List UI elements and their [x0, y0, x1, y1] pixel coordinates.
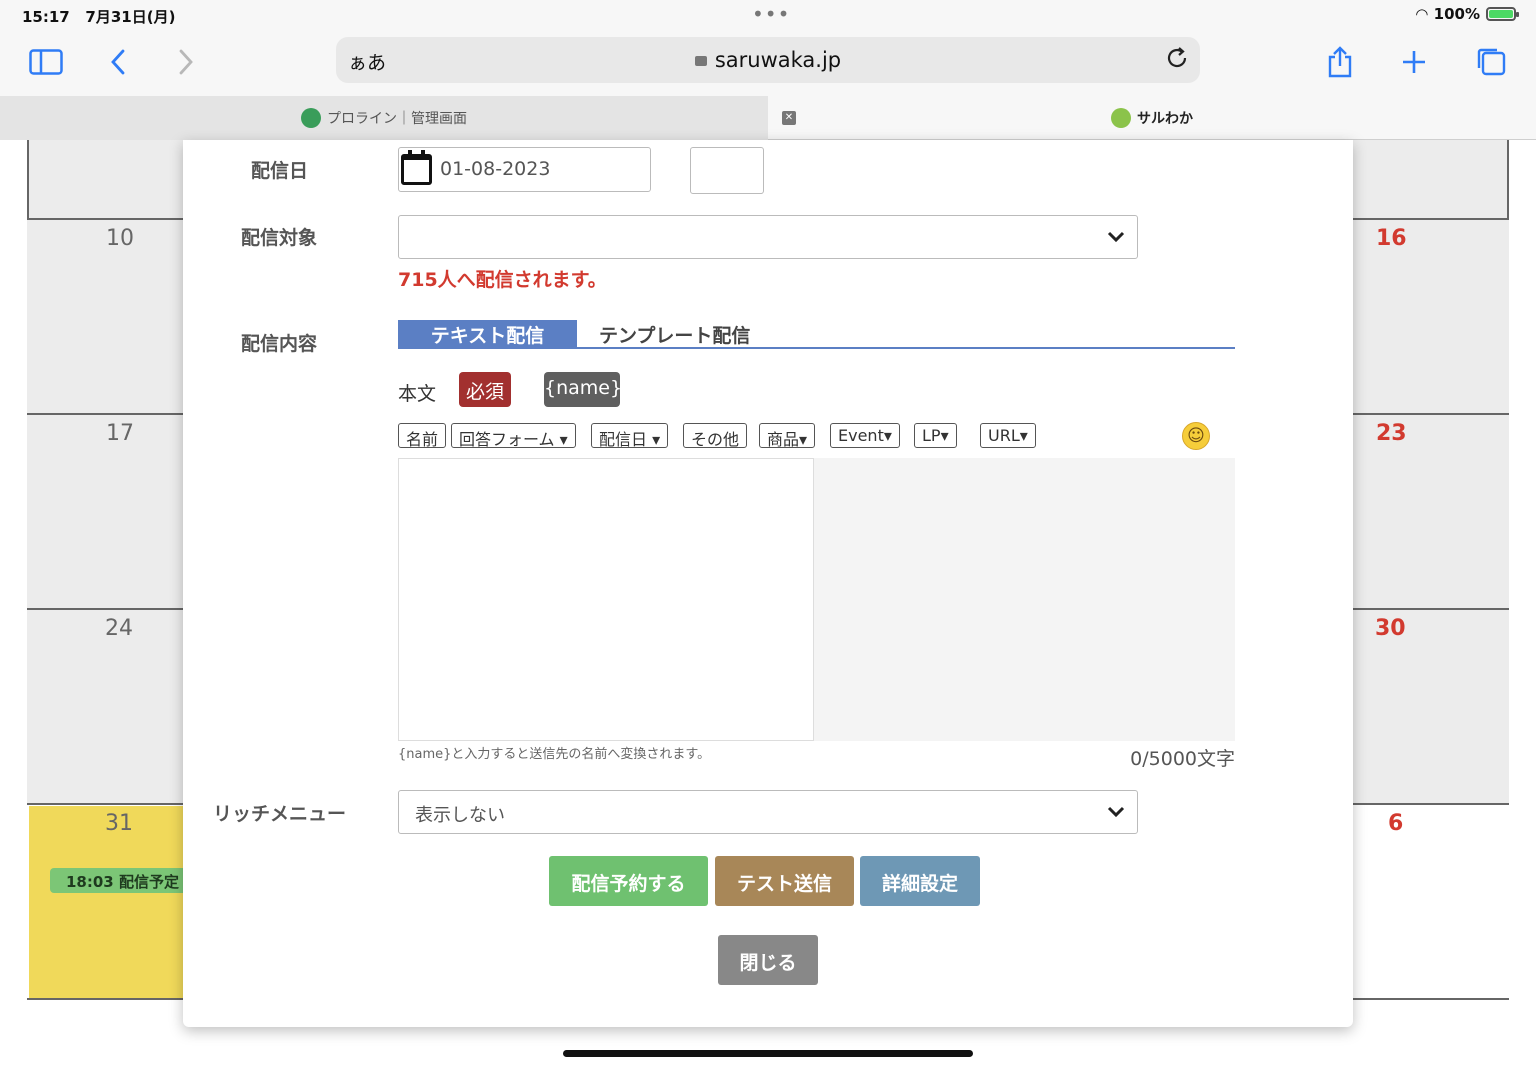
insert-other-button[interactable]: その他 [683, 423, 748, 449]
insert-form-dropdown[interactable]: 回答フォーム ▾ [451, 423, 576, 449]
name-tag-hint: {name}と入力すると送信先の名前へ変換されます。 [398, 747, 711, 762]
tab-text-broadcast[interactable]: テキスト配信 [398, 320, 577, 348]
multitasking-dots-icon[interactable]: ••• [752, 2, 790, 26]
calendar-day[interactable]: 17 [106, 421, 134, 446]
insert-name-button[interactable]: 名前 [398, 423, 447, 449]
home-indicator[interactable] [563, 1050, 973, 1057]
address-bar[interactable]: ぁあ saruwaka.jp [336, 37, 1200, 83]
tab-label: プロライン｜管理画面 [327, 111, 467, 127]
insert-product-dropdown[interactable]: 商品▾ [759, 423, 816, 449]
emoji-picker-icon[interactable]: ☺ [1182, 422, 1210, 450]
date-label: 配信日 [251, 160, 309, 182]
insert-url-dropdown[interactable]: URL▾ [980, 423, 1036, 448]
target-label: 配信対象 [241, 227, 318, 249]
tab-overview-icon[interactable] [1471, 42, 1511, 82]
character-counter: 0/5000文字 [1130, 748, 1235, 770]
insert-date-dropdown[interactable]: 配信日 ▾ [591, 423, 669, 449]
url-text[interactable]: saruwaka.jp [336, 48, 1200, 72]
date-field[interactable]: 01-08-2023 [398, 147, 651, 192]
close-tab-icon[interactable]: ✕ [782, 111, 796, 125]
calendar-day[interactable]: 16 [1376, 226, 1407, 251]
tab-saruwaka[interactable]: ✕ サルわか [768, 96, 1536, 140]
content-label: 配信内容 [241, 333, 318, 355]
battery-icon [1486, 7, 1519, 21]
monkey-favicon-icon [1111, 108, 1131, 128]
target-select[interactable] [398, 215, 1138, 259]
close-button[interactable]: 閉じる [718, 935, 818, 985]
status-time: 15:17 7月31日(月) [22, 8, 176, 26]
battery-percent: 100% [1433, 5, 1480, 23]
name-tag-button[interactable]: {name} [544, 372, 622, 407]
insert-lp-dropdown[interactable]: LP▾ [914, 423, 957, 448]
message-body-input[interactable] [398, 458, 814, 741]
rich-menu-label: リッチメニュー [213, 803, 347, 825]
calendar-icon[interactable] [401, 150, 432, 185]
calendar-day[interactable]: 24 [105, 616, 133, 641]
reserve-broadcast-button[interactable]: 配信予約する [549, 856, 708, 906]
calendar-day[interactable]: 30 [1375, 616, 1406, 641]
rich-menu-value: 表示しない [415, 805, 505, 826]
chevron-down-icon [1107, 799, 1125, 824]
lock-icon [694, 56, 707, 66]
content-tab-bar: テキスト配信 テンプレート配信 [398, 320, 1235, 349]
message-preview [814, 458, 1235, 741]
date-value: 01-08-2023 [440, 158, 551, 180]
robot-favicon-icon [301, 108, 321, 128]
advanced-settings-button[interactable]: 詳細設定 [860, 856, 980, 906]
broadcast-modal: 配信日 01-08-2023 配信対象 715人へ配信されます。 配信内容 テキ… [183, 140, 1353, 1027]
chevron-down-icon [1107, 224, 1125, 249]
status-right: ◠ 100% [1416, 5, 1519, 23]
status-bar: 15:17 7月31日(月) ••• ◠ 100% [0, 0, 1536, 32]
body-label: 本文 [398, 383, 437, 405]
calendar-day[interactable]: 23 [1376, 421, 1407, 446]
tab-proline[interactable]: プロライン｜管理画面 [0, 96, 768, 140]
time-field[interactable] [690, 147, 764, 194]
calendar-day[interactable]: 6 [1388, 811, 1403, 836]
tab-bar: プロライン｜管理画面 ✕ サルわか [0, 96, 1536, 140]
calendar-day[interactable]: 31 [105, 811, 133, 836]
forward-icon[interactable] [166, 42, 206, 82]
calendar-day[interactable]: 10 [106, 226, 134, 251]
browser-toolbar: ぁあ saruwaka.jp [0, 32, 1536, 96]
insert-event-dropdown[interactable]: Event▾ [830, 423, 900, 448]
reload-icon[interactable] [1166, 45, 1190, 77]
new-tab-icon[interactable] [1394, 42, 1434, 82]
required-badge: 必須 [459, 372, 511, 407]
calendar-event[interactable]: 18:03 配信予定 [50, 868, 190, 893]
tab-label: サルわか [1137, 111, 1193, 127]
wifi-icon: ◠ [1416, 5, 1428, 23]
rich-menu-select[interactable]: 表示しない [398, 790, 1138, 834]
back-icon[interactable] [98, 42, 138, 82]
target-count-notice: 715人へ配信されます。 [398, 269, 607, 291]
tab-template-broadcast[interactable]: テンプレート配信 [599, 321, 750, 348]
test-send-button[interactable]: テスト送信 [715, 856, 854, 906]
share-icon[interactable] [1320, 42, 1360, 82]
sidebar-icon[interactable] [26, 42, 66, 82]
